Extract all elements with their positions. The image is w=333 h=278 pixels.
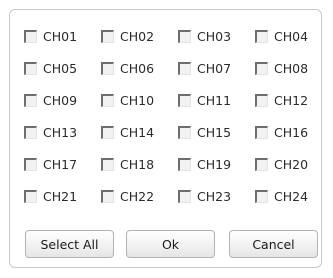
channel-label: CH01 xyxy=(43,28,78,44)
checkbox-box[interactable] xyxy=(101,157,114,171)
channel-checkbox-ch16[interactable]: CH16 xyxy=(255,116,332,148)
checkbox-box[interactable] xyxy=(178,61,191,75)
select-all-button[interactable]: Select All xyxy=(25,230,114,258)
channel-checkbox-ch05[interactable]: CH05 xyxy=(24,52,101,84)
checkbox-box[interactable] xyxy=(255,29,268,43)
checkbox-box[interactable] xyxy=(24,93,37,107)
channel-label: CH22 xyxy=(120,188,155,204)
checkbox-box[interactable] xyxy=(24,61,37,75)
channel-label: CH15 xyxy=(197,124,232,140)
channel-checkbox-ch10[interactable]: CH10 xyxy=(101,84,178,116)
checkbox-box[interactable] xyxy=(101,189,114,203)
channel-checkbox-ch15[interactable]: CH15 xyxy=(178,116,255,148)
cancel-button[interactable]: Cancel xyxy=(229,230,318,258)
channel-checkbox-ch11[interactable]: CH11 xyxy=(178,84,255,116)
channel-label: CH19 xyxy=(197,156,232,172)
channel-checkbox-ch13[interactable]: CH13 xyxy=(24,116,101,148)
channel-label: CH17 xyxy=(43,156,78,172)
checkbox-box[interactable] xyxy=(101,61,114,75)
channel-checkbox-ch14[interactable]: CH14 xyxy=(101,116,178,148)
channel-checkbox-ch22[interactable]: CH22 xyxy=(101,180,178,212)
checkbox-box[interactable] xyxy=(178,29,191,43)
checkbox-box[interactable] xyxy=(24,157,37,171)
channel-checkbox-ch04[interactable]: CH04 xyxy=(255,20,332,52)
channel-label: CH06 xyxy=(120,60,155,76)
channel-checkbox-ch03[interactable]: CH03 xyxy=(178,20,255,52)
channel-checkbox-ch09[interactable]: CH09 xyxy=(24,84,101,116)
channel-label: CH07 xyxy=(197,60,232,76)
channel-checkbox-ch01[interactable]: CH01 xyxy=(24,20,101,52)
channel-label: CH03 xyxy=(197,28,232,44)
channel-checkbox-ch17[interactable]: CH17 xyxy=(24,148,101,180)
channel-checkbox-ch07[interactable]: CH07 xyxy=(178,52,255,84)
checkbox-box[interactable] xyxy=(255,157,268,171)
checkbox-box[interactable] xyxy=(255,61,268,75)
channel-label: CH16 xyxy=(274,124,309,140)
channel-checkbox-ch12[interactable]: CH12 xyxy=(255,84,332,116)
channel-checkbox-ch21[interactable]: CH21 xyxy=(24,180,101,212)
channel-checkbox-ch24[interactable]: CH24 xyxy=(255,180,332,212)
channel-checkbox-ch23[interactable]: CH23 xyxy=(178,180,255,212)
channel-label: CH04 xyxy=(274,28,309,44)
checkbox-box[interactable] xyxy=(24,125,37,139)
channel-checkbox-ch18[interactable]: CH18 xyxy=(101,148,178,180)
checkbox-box[interactable] xyxy=(24,189,37,203)
checkbox-box[interactable] xyxy=(24,29,37,43)
channel-label: CH24 xyxy=(274,188,309,204)
checkbox-box[interactable] xyxy=(178,189,191,203)
checkbox-box[interactable] xyxy=(178,157,191,171)
channel-label: CH05 xyxy=(43,60,78,76)
channel-checkbox-ch08[interactable]: CH08 xyxy=(255,52,332,84)
channel-checkbox-ch06[interactable]: CH06 xyxy=(101,52,178,84)
checkbox-box[interactable] xyxy=(255,125,268,139)
channel-label: CH21 xyxy=(43,188,78,204)
channel-label: CH18 xyxy=(120,156,155,172)
channel-checkbox-ch19[interactable]: CH19 xyxy=(178,148,255,180)
channel-label: CH13 xyxy=(43,124,78,140)
channel-label: CH08 xyxy=(274,60,309,76)
channel-label: CH10 xyxy=(120,92,155,108)
checkbox-box[interactable] xyxy=(255,189,268,203)
channel-checkbox-ch20[interactable]: CH20 xyxy=(255,148,332,180)
checkbox-box[interactable] xyxy=(178,93,191,107)
channel-label: CH14 xyxy=(120,124,155,140)
channel-label: CH20 xyxy=(274,156,309,172)
channel-label: CH09 xyxy=(43,92,78,108)
channel-grid: CH01 CH02 CH03 CH04 CH05 CH06 CH07 CH08 … xyxy=(24,20,332,212)
checkbox-box[interactable] xyxy=(101,125,114,139)
ok-button[interactable]: Ok xyxy=(126,230,215,258)
channel-checkbox-ch02[interactable]: CH02 xyxy=(101,20,178,52)
channel-label: CH12 xyxy=(274,92,309,108)
channel-label: CH11 xyxy=(197,92,232,108)
checkbox-box[interactable] xyxy=(101,29,114,43)
channel-label: CH23 xyxy=(197,188,232,204)
checkbox-box[interactable] xyxy=(178,125,191,139)
channel-label: CH02 xyxy=(120,28,155,44)
checkbox-box[interactable] xyxy=(101,93,114,107)
channel-select-dialog: CH01 CH02 CH03 CH04 CH05 CH06 CH07 CH08 … xyxy=(9,9,322,268)
checkbox-box[interactable] xyxy=(255,93,268,107)
